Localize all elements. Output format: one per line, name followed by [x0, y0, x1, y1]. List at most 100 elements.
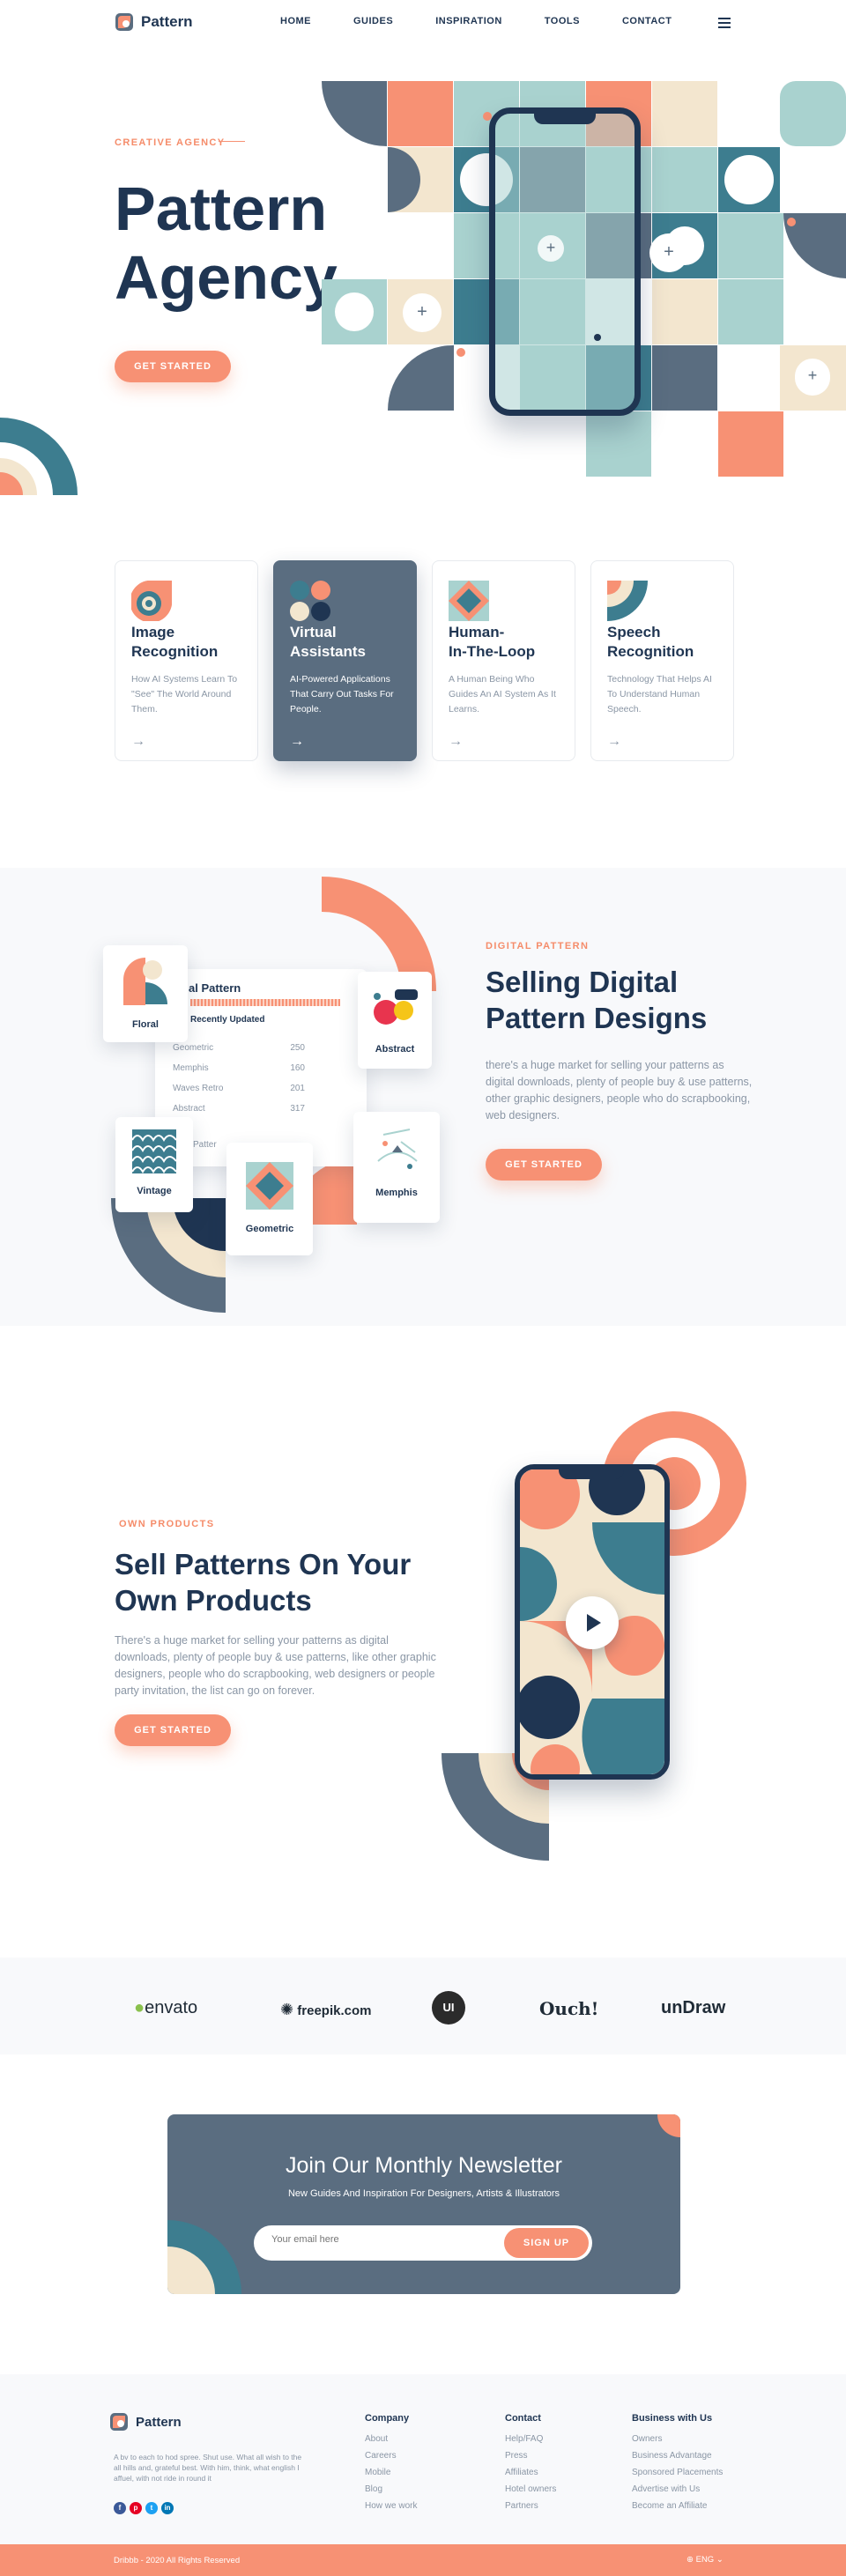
brand-logo[interactable]: Pattern — [115, 12, 193, 32]
list-item[interactable]: Waves Retro 201 — [173, 1078, 305, 1099]
plus-icon[interactable]: + — [538, 235, 564, 262]
newsletter-title: Join Our Monthly Newsletter — [285, 2153, 562, 2178]
arrow-right-icon[interactable]: → — [607, 734, 621, 750]
tile-abstract[interactable]: Abstract — [358, 972, 432, 1069]
logo-icon — [115, 12, 134, 32]
nav-inspiration[interactable]: INSPIRATION — [435, 16, 502, 26]
service-card-image-recognition[interactable]: Image Recognition How AI Systems Learn To… — [115, 560, 258, 761]
eyebrow-line — [219, 141, 245, 142]
memphis-icon — [377, 1129, 418, 1169]
arrow-right-icon[interactable]: → — [449, 734, 463, 750]
card-description: Technology That Helps AI To Understand H… — [607, 674, 712, 714]
card-title-l2: Recognition — [607, 643, 694, 660]
products-title: Sell Patterns On Your Own Products — [115, 1548, 412, 1617]
nav-guides[interactable]: GUIDES — [353, 16, 393, 26]
footer-brand-logo[interactable]: Pattern — [109, 2412, 182, 2432]
pinterest-icon[interactable]: p — [130, 2502, 142, 2514]
footer-col-company: Company About Careers Mobile Blog How we… — [365, 2413, 417, 2518]
brand-envato[interactable]: ●envato — [134, 1998, 197, 2018]
digital-get-started-button[interactable]: GET STARTED — [486, 1149, 602, 1181]
tile-label: Geometric — [245, 1224, 294, 1234]
newsletter-form: SIGN UP — [254, 2225, 592, 2261]
tile-memphis[interactable]: Memphis — [353, 1112, 440, 1223]
footer-link[interactable]: Help/FAQ — [505, 2434, 556, 2444]
footer-link[interactable]: Careers — [365, 2451, 417, 2461]
tile-label: Memphis — [375, 1188, 418, 1198]
card-description: How AI Systems Learn To "See" The World … — [131, 674, 238, 714]
footer-link[interactable]: Press — [505, 2451, 556, 2461]
play-icon — [587, 1614, 601, 1632]
arrow-right-icon[interactable]: → — [131, 734, 145, 750]
speech-recognition-icon — [607, 581, 648, 621]
brand-name: Pattern — [141, 13, 193, 30]
list-item[interactable]: Geometric 250 — [173, 1038, 305, 1058]
brand-freepik[interactable]: ✺ freepik.com — [280, 2001, 371, 2019]
footer-link[interactable]: Business Advantage — [632, 2451, 723, 2461]
facebook-icon[interactable]: f — [114, 2502, 126, 2514]
footer-col-title: Company — [365, 2413, 410, 2424]
footer-link[interactable]: Sponsored Placements — [632, 2468, 723, 2477]
panel-subtitle: Recently Updated — [190, 1015, 265, 1025]
copyright: Dribbb - 2020 All Rights Reserved — [114, 2556, 241, 2565]
menu-icon[interactable] — [718, 18, 731, 31]
plus-icon[interactable]: + — [649, 233, 688, 272]
panel-title: al Pattern — [189, 981, 241, 995]
arrow-right-icon[interactable]: → — [290, 734, 304, 750]
floral-icon — [123, 958, 167, 1005]
footer-about: A bv to each to hod spree. Shut use. Wha… — [114, 2453, 302, 2483]
hero-get-started-button[interactable]: GET STARTED — [115, 351, 231, 382]
footer-link[interactable]: Hotel owners — [505, 2484, 556, 2494]
virtual-assistants-icon — [290, 581, 330, 621]
service-card-human-in-the-loop[interactable]: Human- In-The-Loop A Human Being Who Guid… — [432, 560, 575, 761]
pattern-rows: Geometric 250 Memphis 160 Waves Retro 201 A… — [173, 1038, 305, 1119]
brand-undraw[interactable]: unDraw — [661, 1998, 725, 2018]
footer-link[interactable]: Become an Affiliate — [632, 2501, 723, 2511]
service-card-virtual-assistants[interactable]: Virtual Assistants AI-Powered Application… — [273, 560, 417, 761]
hero-left-pattern — [0, 418, 78, 495]
products-description: There's a huge market for selling your p… — [115, 1634, 436, 1697]
linkedin-icon[interactable]: in — [161, 2502, 174, 2514]
footer-link[interactable]: How we work — [365, 2501, 417, 2511]
twitter-icon[interactable]: t — [145, 2502, 158, 2514]
digital-description: there's a huge market for selling your p… — [486, 1059, 753, 1121]
brand-ouch[interactable]: Ouch! — [539, 1998, 598, 2019]
nav-tools[interactable]: TOOLS — [545, 16, 580, 26]
footer-link[interactable]: Mobile — [365, 2468, 417, 2477]
products-get-started-button[interactable]: GET STARTED — [115, 1714, 231, 1746]
footer-link[interactable]: Owners — [632, 2434, 723, 2444]
footer-link[interactable]: Blog — [365, 2484, 417, 2494]
tile-label: Vintage — [137, 1186, 172, 1196]
plus-icon[interactable]: + — [795, 359, 830, 394]
footer-col-business: Business with Us Owners Business Advanta… — [632, 2413, 723, 2518]
email-input[interactable] — [271, 2234, 483, 2245]
tile-floral[interactable]: Floral — [103, 945, 188, 1042]
digital-title: Selling Digital Pattern Designs — [486, 966, 708, 1034]
hero-eyebrow: CREATIVE AGENCY — [115, 137, 226, 148]
list-item[interactable]: Abstract 317 — [173, 1099, 305, 1119]
sign-up-button[interactable]: SIGN UP — [504, 2228, 589, 2258]
card-title-l1: Virtual — [290, 624, 337, 640]
plus-icon[interactable]: + — [403, 293, 442, 332]
footer-link[interactable]: About — [365, 2434, 417, 2444]
list-item[interactable]: Memphis 160 — [173, 1058, 305, 1078]
footer-link[interactable]: Affiliates — [505, 2468, 556, 2477]
card-title-l1: Speech — [607, 624, 661, 640]
footer-col-title: Business with Us — [632, 2413, 713, 2424]
language-selector[interactable]: ⊕ ENG ⌄ — [686, 2555, 724, 2565]
newsletter-subtitle: New Guides And Inspiration For Designers… — [287, 2188, 560, 2199]
tile-geometric[interactable]: Geometric — [226, 1143, 313, 1255]
nav-contact[interactable]: CONTACT — [622, 16, 672, 26]
card-title-l2: In-The-Loop — [449, 643, 536, 660]
footer-brand-name: Pattern — [136, 2414, 182, 2430]
newsletter-decoration — [167, 2114, 680, 2294]
footer-link[interactable]: Advertise with Us — [632, 2484, 723, 2494]
card-title-l2: Assistants — [290, 643, 366, 660]
image-recognition-icon — [131, 581, 172, 621]
tile-vintage[interactable]: Vintage — [115, 1117, 193, 1212]
card-title-l1: Image — [131, 624, 175, 640]
brand-ui8[interactable]: UI — [432, 1991, 465, 2025]
nav-home[interactable]: HOME — [280, 16, 311, 26]
footer-link[interactable]: Partners — [505, 2501, 556, 2511]
service-card-speech-recognition[interactable]: Speech Recognition Technology That Helps … — [590, 560, 734, 761]
play-button[interactable] — [566, 1596, 619, 1649]
